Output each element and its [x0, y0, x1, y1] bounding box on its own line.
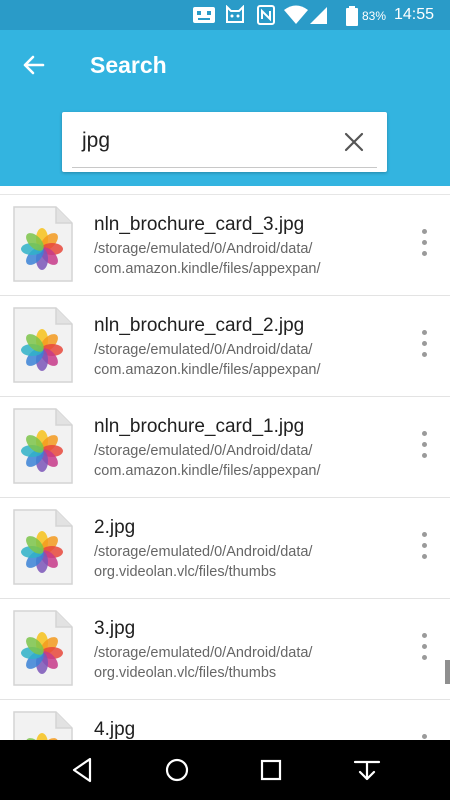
nav-notification-button[interactable] [352, 755, 382, 785]
file-path: com.amazon.kindle/files/appexpan/ [94, 463, 321, 479]
image-file-icon [13, 408, 73, 484]
file-list: nln_brochure_card_3.jpg /storage/emulate… [0, 195, 450, 740]
file-path: /storage/emulated/0/Android/data/ [94, 544, 313, 560]
back-triangle-icon [72, 757, 92, 783]
battery-icon [346, 6, 358, 26]
home-circle-icon [165, 758, 189, 782]
search-input[interactable]: jpg [62, 112, 387, 172]
more-options-button[interactable] [412, 225, 436, 265]
file-list-item[interactable]: 4.jpg [0, 700, 450, 740]
file-path: /storage/emulated/0/Android/data/ [94, 443, 313, 459]
file-list-item[interactable]: 2.jpg /storage/emulated/0/Android/data/ … [0, 498, 450, 599]
clear-search-button[interactable] [343, 131, 365, 153]
robot-notification-icon [193, 7, 215, 23]
file-list-item[interactable]: nln_brochure_card_3.jpg /storage/emulate… [0, 195, 450, 296]
nav-back-button[interactable] [68, 755, 98, 785]
signal-icon [310, 7, 327, 24]
image-file-icon [13, 610, 73, 686]
search-query-text: jpg [82, 129, 111, 152]
file-list-item[interactable]: 3.jpg /storage/emulated/0/Android/data/ … [0, 599, 450, 700]
file-name: nln_brochure_card_3.jpg [94, 214, 305, 235]
file-name: 2.jpg [94, 517, 136, 538]
navigation-bar [0, 740, 450, 800]
search-panel: jpg [0, 100, 450, 186]
close-icon [344, 132, 364, 152]
file-path: /storage/emulated/0/Android/data/ [94, 645, 313, 661]
more-options-button[interactable] [412, 326, 436, 366]
file-name: nln_brochure_card_1.jpg [94, 416, 305, 437]
more-options-button[interactable] [412, 629, 436, 669]
page-title: Search [90, 52, 167, 78]
file-name: 4.jpg [94, 719, 136, 740]
wifi-icon [284, 5, 308, 24]
recents-square-icon [260, 759, 282, 781]
battery-percent: 83% [362, 9, 387, 23]
file-name: nln_brochure_card_2.jpg [94, 315, 305, 336]
file-list-item[interactable]: nln_brochure_card_2.jpg /storage/emulate… [0, 296, 450, 397]
more-options-button[interactable] [412, 528, 436, 568]
file-path: org.videolan.vlc/files/thumbs [94, 665, 277, 681]
arrow-left-icon [23, 55, 45, 75]
nav-home-button[interactable] [162, 755, 192, 785]
more-options-button[interactable] [412, 730, 436, 740]
app-bar: Search [0, 30, 450, 100]
image-file-icon [13, 307, 73, 383]
image-file-icon [13, 206, 73, 282]
file-name: 3.jpg [94, 618, 136, 639]
notification-pulldown-icon [353, 760, 381, 781]
image-file-icon [13, 509, 73, 585]
status-bar: 83% 14:55 [0, 0, 450, 30]
file-list-item[interactable]: nln_brochure_card_1.jpg /storage/emulate… [0, 397, 450, 498]
nfc-icon [257, 5, 275, 25]
search-underline [72, 167, 377, 168]
more-options-button[interactable] [412, 427, 436, 467]
file-path: com.amazon.kindle/files/appexpan/ [94, 261, 321, 277]
back-button[interactable] [18, 50, 52, 80]
results-list[interactable]: nln_brochure_card_3.jpg /storage/emulate… [0, 186, 450, 740]
file-path: org.videolan.vlc/files/thumbs [94, 564, 277, 580]
clock: 14:55 [394, 6, 435, 23]
file-path: com.amazon.kindle/files/appexpan/ [94, 362, 321, 378]
cat-notification-icon [226, 5, 244, 23]
file-path: /storage/emulated/0/Android/data/ [94, 241, 313, 257]
image-file-icon [13, 711, 73, 740]
file-path: /storage/emulated/0/Android/data/ [94, 342, 313, 358]
scrollbar-thumb[interactable] [445, 660, 450, 684]
nav-recents-button[interactable] [256, 755, 286, 785]
